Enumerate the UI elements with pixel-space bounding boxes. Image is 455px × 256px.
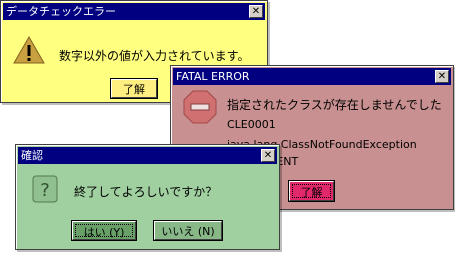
dialog-title: データチェックエラー — [6, 5, 116, 18]
close-icon: ✕ — [251, 6, 261, 17]
ok-button-label: 了解 — [292, 184, 331, 199]
ok-button-label: 了解 — [123, 83, 145, 96]
yes-button[interactable]: はい (Y) — [71, 220, 137, 241]
close-icon: ✕ — [437, 71, 447, 82]
dialog-title: FATAL ERROR — [176, 70, 250, 83]
no-button[interactable]: いいえ (N) — [153, 220, 223, 241]
error-message: 指定されたクラスが存在しませんでした — [227, 98, 442, 112]
ok-button[interactable]: 了解 — [288, 180, 335, 202]
title-bar[interactable]: FATAL ERROR ✕ — [173, 68, 451, 85]
warning-icon — [13, 35, 45, 64]
yes-button-label: はい (Y) — [75, 224, 133, 239]
svg-text:?: ? — [40, 180, 50, 201]
no-button-label: いいえ (N) — [161, 225, 215, 238]
close-icon: ✕ — [263, 150, 273, 161]
confirm-message: 終了してよろしいですか？ — [74, 185, 218, 199]
close-button[interactable]: ✕ — [261, 149, 275, 162]
error-code: CLE0001 — [227, 118, 276, 131]
question-icon: ? — [32, 175, 58, 203]
close-button[interactable]: ✕ — [249, 5, 263, 18]
close-button[interactable]: ✕ — [435, 70, 449, 83]
title-bar[interactable]: データチェックエラー ✕ — [3, 3, 265, 20]
error-message: 数字以外の値が入力されています。 — [59, 49, 250, 63]
confirm-dialog: 確認 ✕ ? 終了してよろしいですか？ はい (Y) いいえ (N) — [15, 144, 280, 250]
dialog-title: 確認 — [21, 149, 43, 162]
title-bar[interactable]: 確認 ✕ — [18, 147, 277, 164]
stop-icon — [183, 90, 217, 124]
ok-button[interactable]: 了解 — [110, 78, 158, 99]
